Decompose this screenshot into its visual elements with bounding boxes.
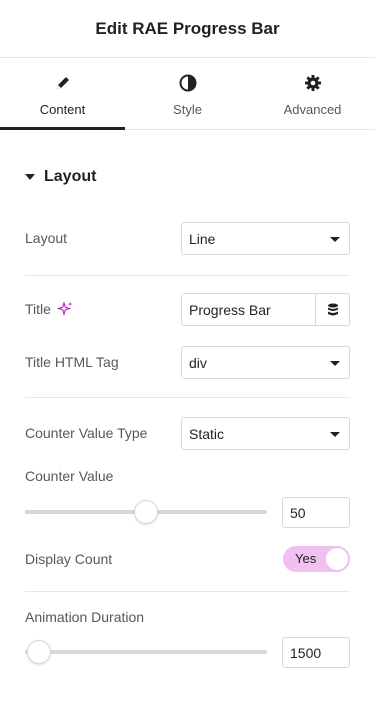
- display-count-toggle[interactable]: Yes: [283, 546, 350, 572]
- pencil-icon: [53, 73, 73, 93]
- counter-value-label: Counter Value: [25, 468, 114, 484]
- chevron-down-icon: [330, 432, 340, 437]
- counter-type-label: Counter Value Type: [25, 425, 148, 441]
- panel-header: Edit RAE Progress Bar: [0, 0, 375, 58]
- slider-thumb[interactable]: [135, 501, 157, 523]
- counter-type-select-value: Static: [189, 425, 225, 442]
- title-label: Title: [25, 301, 51, 317]
- layout-label: Layout: [25, 230, 68, 246]
- toggle-knob: [326, 548, 348, 570]
- counter-value-input[interactable]: [282, 497, 350, 528]
- gear-icon: [303, 73, 323, 93]
- tab-bar: Content Style Advanced: [0, 59, 375, 130]
- title-tag-select[interactable]: div: [181, 346, 350, 379]
- tab-advanced[interactable]: Advanced: [250, 59, 375, 129]
- layout-select[interactable]: Line: [181, 222, 350, 255]
- counter-value-slider[interactable]: [25, 500, 267, 524]
- animation-duration-slider[interactable]: [25, 640, 267, 664]
- tab-advanced-label: Advanced: [283, 102, 342, 117]
- tab-content[interactable]: Content: [0, 59, 125, 130]
- caret-down-icon: [25, 174, 35, 180]
- panel-title: Edit RAE Progress Bar: [95, 18, 280, 38]
- animation-duration-input[interactable]: [282, 637, 350, 668]
- divider: [25, 397, 350, 398]
- sparkle-icon[interactable]: [56, 301, 73, 317]
- tab-style[interactable]: Style: [125, 59, 250, 129]
- dynamic-tags-button[interactable]: [315, 293, 350, 326]
- section-toggle-layout[interactable]: Layout: [25, 168, 96, 186]
- tab-content-label: Content: [39, 102, 86, 117]
- toggle-text: Yes: [295, 551, 317, 566]
- title-tag-label: Title HTML Tag: [25, 354, 119, 370]
- chevron-down-icon: [330, 237, 340, 242]
- layout-select-value: Line: [189, 230, 216, 247]
- counter-type-select[interactable]: Static: [181, 417, 350, 450]
- database-icon: [327, 303, 339, 317]
- animation-duration-label: Animation Duration: [25, 609, 145, 625]
- slider-thumb[interactable]: [28, 641, 51, 663]
- chevron-down-icon: [330, 361, 340, 366]
- title-tag-select-value: div: [189, 354, 207, 371]
- display-count-label: Display Count: [25, 551, 113, 567]
- title-label-row: Title: [25, 301, 73, 317]
- half-circle-icon: [178, 73, 198, 93]
- section-title: Layout: [44, 168, 97, 185]
- divider: [25, 591, 350, 592]
- tab-style-label: Style: [173, 102, 202, 117]
- title-input[interactable]: [181, 293, 316, 326]
- slider-track: [25, 650, 267, 654]
- divider: [25, 275, 350, 276]
